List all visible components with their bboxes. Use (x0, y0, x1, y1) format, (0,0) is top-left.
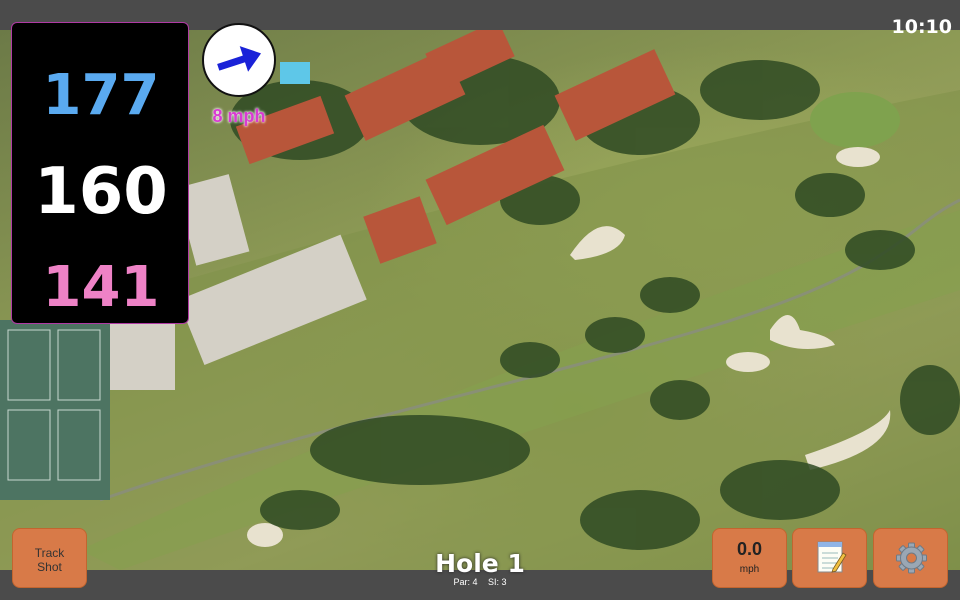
green (810, 92, 900, 148)
track-shot-button[interactable]: Track Shot (12, 528, 87, 588)
center-yardage: 160 (34, 155, 168, 229)
pool (280, 62, 310, 84)
bunker (836, 147, 880, 167)
clock: 10:10 (891, 16, 952, 38)
arrow-east-icon (217, 46, 262, 72)
hole-meta: Par: 4 SI: 3 (380, 577, 580, 587)
track-shot-label-line1: Track (34, 546, 65, 560)
bunker (726, 352, 770, 372)
gear-icon (896, 542, 927, 574)
notes-button[interactable] (792, 528, 867, 588)
yardage-panel: 177 160 141 (11, 22, 189, 324)
wind-speed-label: 8 mph (212, 106, 266, 126)
notepad-icon (817, 541, 847, 573)
back-yardage: 177 (42, 63, 160, 128)
track-shot-label-line2: Shot (37, 560, 62, 574)
par-label: Par: 4 (453, 577, 478, 587)
bunker (247, 523, 283, 547)
wind-button-value: 0.0 (736, 539, 763, 559)
settings-button[interactable] (873, 528, 948, 588)
front-yardage: 141 (42, 255, 160, 320)
wind-direction-indicator (202, 23, 276, 97)
hole-title: Hole 1 (435, 549, 525, 578)
golf-gps-app: 10:10 177 160 141 8 mph Track Shot Hole … (0, 0, 960, 600)
wind-speed-button[interactable]: 0.0 mph (712, 528, 787, 588)
hole-info: Hole 1 Par: 4 SI: 3 (380, 549, 580, 588)
stroke-index-label: SI: 3 (488, 577, 507, 587)
wind-button-unit: mph (739, 564, 760, 575)
